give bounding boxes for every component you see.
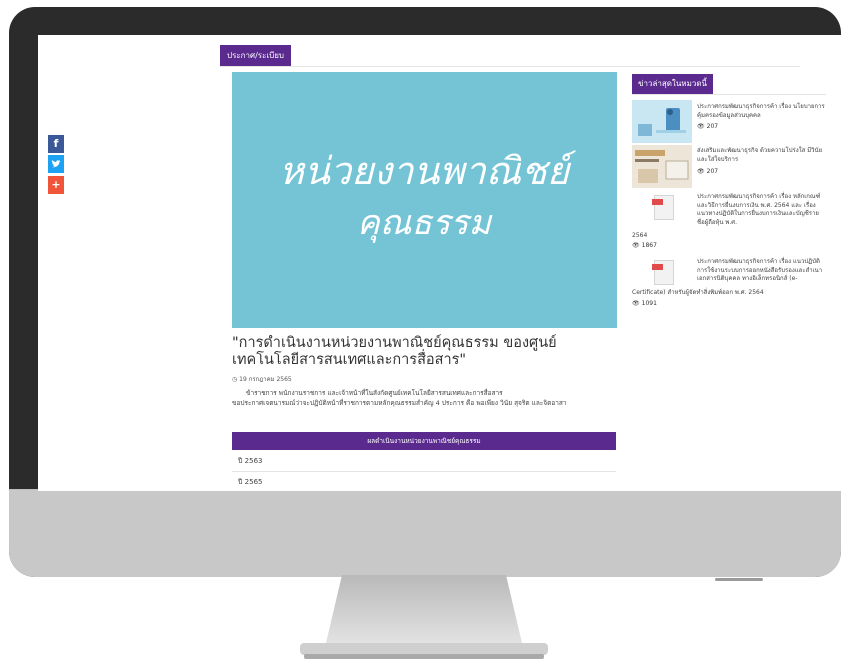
article-body-line2: ขอประกาศเจตนารมณ์ว่าจะปฏิบัติหน้าที่ราชก… <box>232 399 567 407</box>
news-views: 👁 1091 <box>632 300 657 307</box>
sidebar-heading: ข่าวล่าสุดในหมวดนี้ <box>632 74 826 95</box>
results-row[interactable]: ปี 2565 <box>232 472 616 491</box>
eye-icon: 👁 <box>632 300 640 307</box>
news-views: 👁 1867 <box>632 242 657 249</box>
eye-icon: 👁 <box>697 168 705 175</box>
results-header: ผลดำเนินงานหน่วยงานพาณิชย์คุณธรรม <box>232 432 616 450</box>
news-title-continued[interactable]: 2564 <box>632 232 826 241</box>
results-row-label: ปี 2563 <box>238 457 263 465</box>
results-row-label: ปี 2565 <box>238 478 263 486</box>
article-title: "การดำเนินงานหน่วยงานพาณิชย์คุณธรรม ของศ… <box>232 335 557 368</box>
results-row[interactable]: ปี 2563 <box>232 451 616 472</box>
hero-text-line2: คุณธรรม <box>357 203 493 243</box>
news-views: 👁 207 <box>697 123 719 130</box>
news-title[interactable]: ส่งเสริมและพัฒนาธุรกิจ ด้วยความโปร่งใส ม… <box>697 147 825 164</box>
more-share-button[interactable]: + <box>48 176 64 194</box>
news-title[interactable]: ประกาศกรมพัฒนาธุรกิจการค้า เรื่อง หลักเก… <box>697 193 825 227</box>
category-bar: ประกาศ/ระเบียบ <box>220 45 800 67</box>
sidebar-heading-tab: ข่าวล่าสุดในหมวดนี้ <box>632 74 714 94</box>
eye-icon: 👁 <box>697 123 705 130</box>
news-title[interactable]: ประกาศกรมพัฒนาธุรกิจการค้า เรื่อง แนวปฏิ… <box>697 258 825 284</box>
hero-lettering: หน่วยงานพาณิชย์ คุณธรรม <box>279 149 577 243</box>
article-body-line1: ข้าราชการ พนักงานราชการ และเจ้าหน้าที่ใน… <box>246 389 503 397</box>
monitor-chin <box>9 489 841 581</box>
facebook-share-button[interactable]: f <box>48 135 64 153</box>
news-views: 👁 207 <box>697 168 719 175</box>
screen: f + ประกาศ/ระเบียบ หน่วยงานพาณิชย์ คุณธร… <box>38 35 841 491</box>
news-title[interactable]: ประกาศกรมพัฒนาธุรกิจการค้า เรื่อง นโยบาย… <box>697 103 825 120</box>
twitter-bird-icon <box>51 160 61 168</box>
news-thumbnail[interactable] <box>632 145 692 188</box>
article-body: ข้าราชการ พนักงานราชการ และเจ้าหน้าที่ใน… <box>232 388 618 408</box>
hero-text-line1: หน่วยงานพาณิชย์ <box>279 149 577 193</box>
pdf-file-icon <box>652 195 674 220</box>
news-title-continued[interactable]: Certificate) สำหรับผู้จัดทำสิ่งพิมพ์ออก … <box>632 289 826 298</box>
monitor-stand <box>300 575 548 659</box>
article-date-text: 19 กรกฎาคม 2565 <box>239 376 292 383</box>
monitor-chin-slot <box>715 578 763 581</box>
monitor-frame: f + ประกาศ/ระเบียบ หน่วยงานพาณิชย์ คุณธร… <box>9 7 841 581</box>
news-thumbnail[interactable] <box>632 100 692 143</box>
twitter-share-button[interactable] <box>48 155 64 173</box>
category-tab[interactable]: ประกาศ/ระเบียบ <box>220 45 291 66</box>
eye-icon: 👁 <box>632 242 640 249</box>
pdf-file-icon <box>652 260 674 285</box>
clock-icon: ◷ <box>232 376 238 383</box>
article-date: ◷ 19 กรกฎาคม 2565 <box>232 374 292 384</box>
hero-image: หน่วยงานพาณิชย์ คุณธรรม <box>232 72 617 328</box>
